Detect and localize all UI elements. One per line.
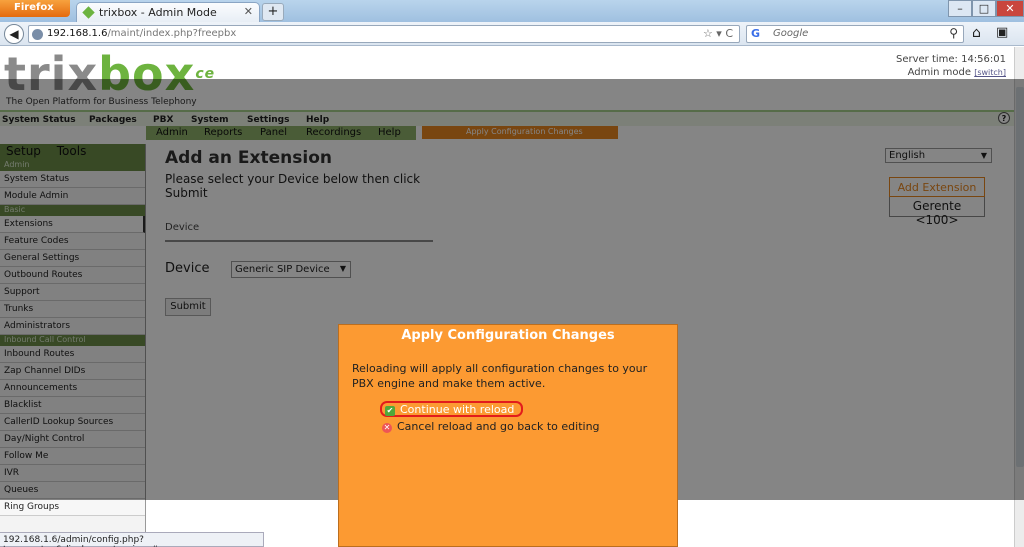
dialog-message: Reloading will apply all configuration c… (352, 362, 648, 390)
bookmarks-icon[interactable]: ▣ (996, 25, 1008, 40)
search-placeholder: Google (773, 28, 809, 39)
checkmark-icon: ✔ (385, 406, 395, 416)
continue-reload-button[interactable]: ✔ Continue with reload (380, 401, 524, 417)
browser-status-bar: 192.168.1.6/admin/config.php?type=setup&… (0, 532, 264, 547)
google-icon: G (751, 27, 761, 40)
url-host: 192.168.1.6 (47, 28, 108, 39)
window-minimize-button[interactable]: – (948, 0, 972, 17)
bookmark-star-icon[interactable]: ☆ ▾ C (703, 27, 733, 40)
search-icon[interactable]: ⚲ (949, 26, 958, 40)
cancel-reload-button[interactable]: ✕ Cancel reload and go back to editing (382, 420, 600, 436)
browser-tab[interactable]: trixbox - Admin Mode ✕ (76, 2, 260, 22)
apply-config-dialog: Apply Configuration Changes Reloading wi… (338, 324, 678, 547)
window-close-button[interactable]: ✕ (996, 0, 1024, 17)
back-arrow-icon[interactable]: ◀ (4, 24, 24, 44)
globe-icon (32, 29, 43, 40)
server-info: Server time: 14:56:01 Admin mode [switch… (896, 53, 1006, 79)
cancel-icon: ✕ (382, 423, 392, 433)
switch-link[interactable]: [switch] (974, 68, 1006, 77)
window-maximize-button[interactable]: □ (972, 0, 996, 17)
dialog-title: Apply Configuration Changes (401, 328, 615, 343)
firefox-menu-button[interactable]: Firefox (0, 0, 70, 17)
home-icon[interactable]: ⌂ (972, 25, 981, 41)
admin-mode-label: Admin mode (907, 67, 972, 78)
search-box[interactable]: G Google ⚲ (746, 25, 964, 43)
server-time: Server time: 14:56:01 (895, 54, 1006, 65)
trixbox-favicon-icon (82, 6, 95, 19)
sidebar-item-ring-groups[interactable]: Ring Groups (0, 499, 145, 516)
url-path: /maint/index.php?freepbx (107, 28, 237, 39)
new-tab-button[interactable]: + (262, 3, 284, 21)
url-bar[interactable]: 192.168.1.6/maint/index.php?freepbx ☆ ▾ … (28, 25, 740, 43)
browser-titlebar: Firefox trixbox - Admin Mode ✕ + – □ ✕ (0, 0, 1024, 22)
tab-close-icon[interactable]: ✕ (244, 5, 253, 18)
tab-title: trixbox - Admin Mode (99, 6, 217, 19)
browser-navbar: ◀ 192.168.1.6/maint/index.php?freepbx ☆ … (0, 22, 1024, 46)
